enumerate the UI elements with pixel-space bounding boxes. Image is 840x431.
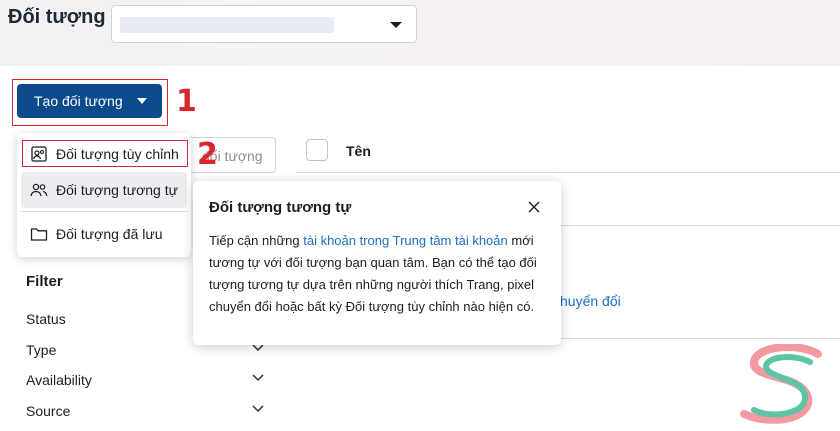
create-audience-label: Tạo đối tượng (34, 93, 123, 109)
filter-title: Filter (26, 273, 63, 290)
chevron-down-icon (390, 22, 402, 28)
watermark-logo (740, 344, 822, 424)
annotation-step-1: 1 (176, 84, 197, 119)
filter-availability[interactable]: Availability (26, 372, 266, 388)
tooltip-body: Tiếp cận những tài khoản trong Trung tâm… (209, 230, 545, 318)
table-divider (296, 172, 840, 173)
chevron-down-icon (252, 344, 264, 352)
menu-item-saved-audience[interactable]: Đối tượng đã lưu (21, 216, 187, 252)
menu-item-label: Đối tượng tương tự (56, 182, 178, 198)
filter-label: Availability (26, 372, 92, 388)
filter-source[interactable]: Source (26, 403, 266, 419)
annotation-step-2: 2 (197, 137, 218, 172)
accounts-center-link[interactable]: tài khoản trong Trung tâm tài khoản (303, 233, 508, 248)
menu-item-label: Đối tượng đã lưu (56, 226, 163, 242)
page-header: Đối tượng (0, 0, 840, 66)
chevron-down-icon (252, 405, 264, 413)
table-row-link[interactable]: huyển đổi (560, 293, 621, 309)
lookalike-tooltip: Đối tượng tương tự Tiếp cận những tài kh… (193, 181, 561, 345)
annotation-frame-custom (22, 140, 188, 167)
menu-item-lookalike-audience[interactable]: Đối tượng tương tự (21, 172, 187, 208)
filter-label: Source (26, 403, 71, 419)
column-header-name[interactable]: Tên (346, 143, 371, 159)
caret-down-icon (137, 98, 147, 104)
menu-divider (21, 211, 187, 212)
chevron-down-icon (252, 374, 264, 382)
audience-select[interactable] (111, 5, 417, 43)
tooltip-title: Đối tượng tương tự (209, 199, 352, 216)
filter-label: Type (26, 342, 57, 358)
selected-audience-value (120, 17, 334, 33)
select-all-checkbox[interactable] (306, 139, 328, 161)
close-icon[interactable] (527, 200, 541, 214)
filter-label: Status (26, 311, 66, 327)
folder-icon (30, 225, 48, 243)
tooltip-text: Tiếp cận những (209, 233, 304, 248)
lookalike-audience-icon (30, 181, 48, 199)
page-title: Đối tượng (8, 6, 106, 28)
create-audience-button[interactable]: Tạo đối tượng (17, 84, 162, 118)
